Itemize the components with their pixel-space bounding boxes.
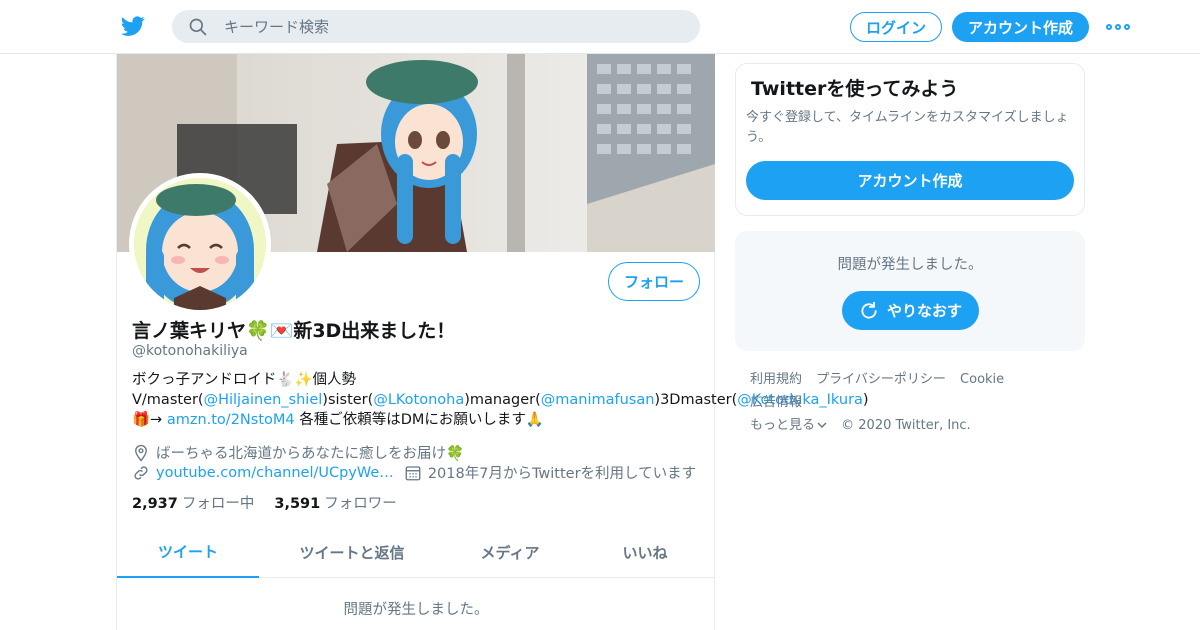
profile-bio: ボクっ子アンドロイド🐇✨個人勢 V/master(@Hiljainen_shie…: [132, 370, 869, 430]
bio-line: ボクっ子アンドロイド🐇✨個人勢: [132, 372, 357, 388]
profile-stats: 2,937 フォロー中 3,591 フォロワー: [132, 492, 397, 513]
footer-link-privacy[interactable]: プライバシーポリシー: [816, 372, 946, 387]
bio-text: )3Dmaster(: [654, 392, 738, 408]
signup-card-title: Twitterを使ってみよう: [751, 78, 959, 100]
followers-count: 3,591: [274, 496, 321, 512]
sidebar-error-message: 問題が発生しました。: [837, 257, 983, 273]
joined-date: 2018年7月からTwitterを利用しています: [427, 466, 697, 482]
profile-tabs: ツイート ツイートと返信 メディア いいね: [117, 526, 715, 578]
footer-link-cookie[interactable]: Cookie: [960, 372, 1004, 387]
tab-likes[interactable]: いいね: [575, 526, 715, 578]
retry-label: やりなおす: [886, 302, 962, 320]
following-stat[interactable]: 2,937 フォロー中: [132, 492, 254, 513]
bio-text: )sister(: [322, 392, 374, 408]
search-input[interactable]: [224, 10, 684, 43]
timeline-error-message: 問題が発生しました。: [343, 602, 489, 618]
bio-mention-link[interactable]: @Hiljainen_shiel: [204, 392, 323, 408]
calendar-icon: [405, 465, 421, 480]
follow-button[interactable]: フォロー: [608, 262, 700, 301]
footer-link-terms[interactable]: 利用規約: [750, 372, 802, 387]
footer-links: 利用規約 プライバシーポリシー Cookie 広告情報 もっと見る © 2020…: [750, 368, 1080, 437]
profile-avatar[interactable]: [129, 173, 271, 315]
following-count: 2,937: [132, 496, 178, 512]
signup-card-text: 今すぐ登録して、タイムラインをカスタマイズしましょう。: [746, 110, 1069, 145]
footer-link-more[interactable]: もっと見る: [750, 418, 827, 433]
location-pin-icon: [135, 444, 147, 462]
footer-more-label: もっと見る: [750, 418, 816, 433]
bio-text: V/master(: [132, 392, 204, 408]
profile-location: ばーちゃる北海道からあなたに癒しをお届け🍀: [132, 442, 464, 463]
bio-text: )manager(: [464, 392, 541, 408]
refresh-icon: [861, 301, 877, 319]
retry-button[interactable]: やりなおす: [842, 291, 979, 330]
signup-button[interactable]: アカウント作成: [952, 12, 1089, 42]
profile-display-name: 言ノ葉キリヤ🍀💌新3D出来ました！: [132, 320, 456, 342]
profile-website-link[interactable]: youtube.com/channel/UCpyWe…: [156, 465, 394, 481]
bio-line: V/master(@Hiljainen_shiel)sister(@LKoton…: [132, 390, 869, 430]
signup-card-button[interactable]: アカウント作成: [746, 161, 1074, 200]
more-options-icon[interactable]: [1106, 20, 1130, 34]
tab-tweets[interactable]: ツイート: [117, 526, 259, 578]
link-icon: [134, 465, 148, 480]
footer-copyright: © 2020 Twitter, Inc.: [841, 418, 971, 433]
profile-handle[interactable]: @kotonohakiliya: [132, 343, 248, 359]
bio-text: 各種ご依頼等はDMにお願いします🙏: [294, 412, 544, 428]
bio-mention-link[interactable]: @LKotonoha: [373, 392, 464, 408]
location-text: ばーちゃる北海道からあなたに癒しをお届け🍀: [156, 446, 465, 462]
login-button[interactable]: ログイン: [850, 12, 942, 42]
profile-meta-row: youtube.com/channel/UCpyWe… 2018年7月からTwi…: [132, 462, 696, 483]
bio-mention-link[interactable]: @manimafusan: [541, 392, 655, 408]
top-bar: ログイン アカウント作成: [0, 0, 1200, 54]
search-icon: [189, 18, 207, 36]
twitter-logo-icon[interactable]: [120, 14, 146, 38]
followers-stat[interactable]: 3,591 フォロワー: [274, 492, 396, 513]
followers-label: フォロワー: [324, 496, 397, 512]
bio-url-link[interactable]: amzn.to/2NstoM4: [167, 412, 295, 428]
profile-column: フォロー 言ノ葉キリヤ🍀💌新3D出来ました！ @kotonohakiliya ボ…: [116, 54, 869, 630]
tab-media[interactable]: メディア: [445, 526, 575, 578]
signup-card: Twitterを使ってみよう 今すぐ登録して、タイムラインをカスタマイズしましょ…: [735, 63, 1085, 216]
search-bar[interactable]: [172, 10, 700, 43]
chevron-down-icon: [817, 422, 827, 429]
footer-link-ads[interactable]: 広告情報: [750, 395, 802, 410]
following-label: フォロー中: [181, 496, 255, 512]
sidebar-error-card: 問題が発生しました。 やりなおす: [735, 231, 1085, 351]
tab-tweets-and-replies[interactable]: ツイートと返信: [259, 526, 445, 578]
